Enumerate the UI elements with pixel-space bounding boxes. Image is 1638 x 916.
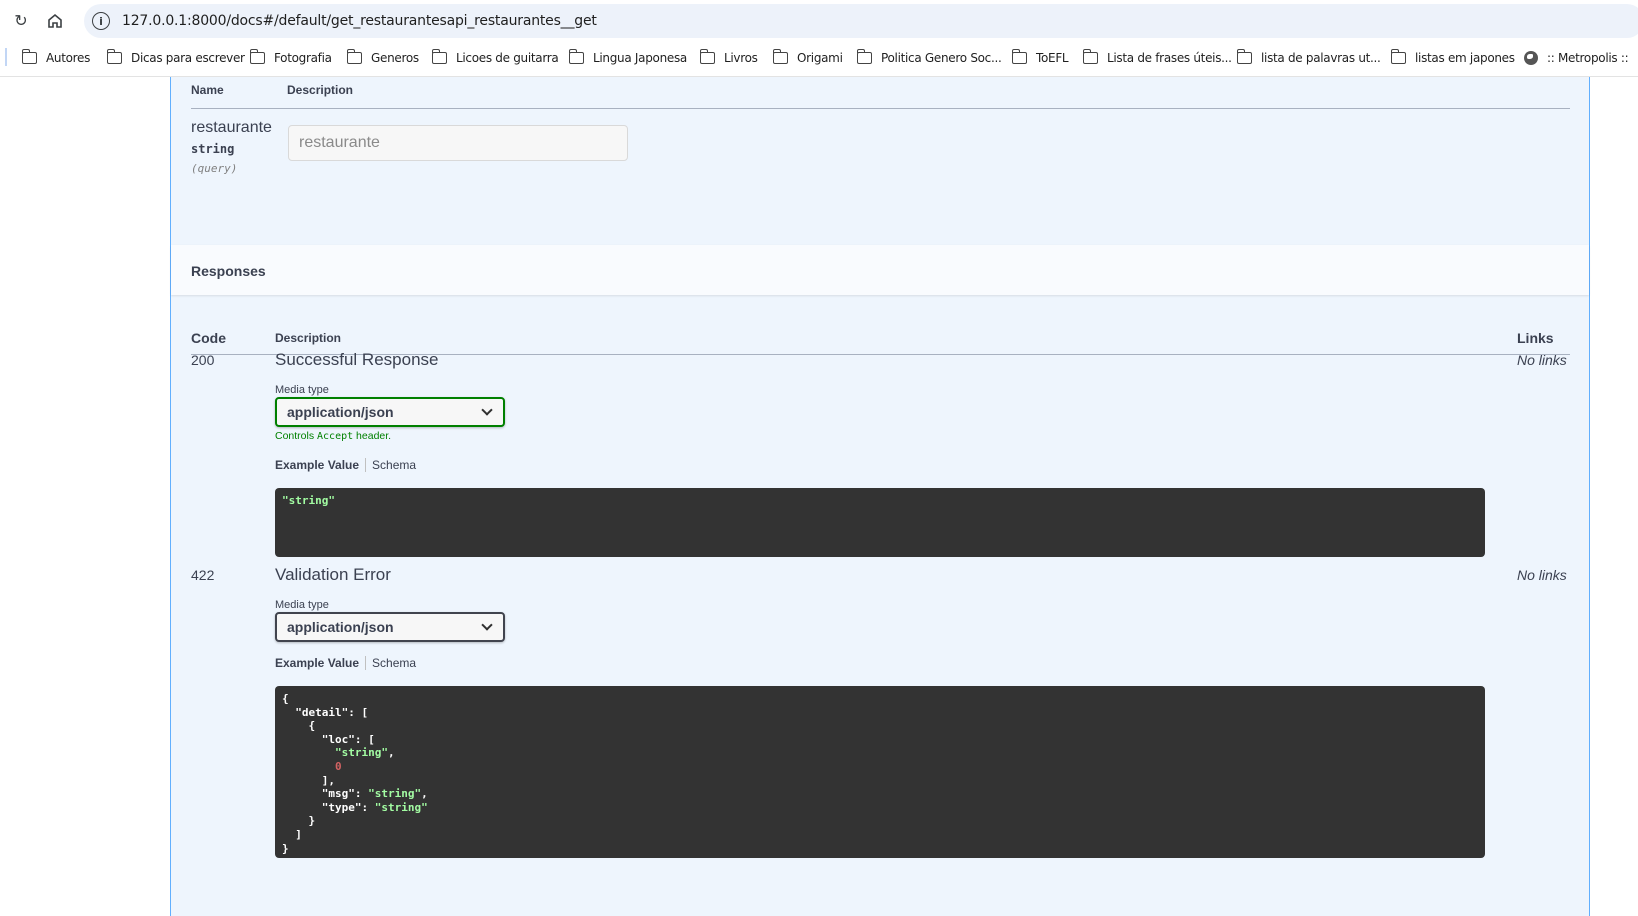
media-type-select[interactable]: application/json xyxy=(275,612,505,642)
reload-icon[interactable]: ↻ xyxy=(8,8,34,34)
bookmark-label: lista de palavras ut... xyxy=(1261,51,1381,65)
example-string: "string" xyxy=(282,494,335,507)
col-code-header: Code xyxy=(191,330,226,346)
tab-schema[interactable]: Schema xyxy=(366,458,416,472)
bookmark-label: Generos xyxy=(371,51,419,65)
parameter-location: (query) xyxy=(191,162,238,175)
home-icon[interactable] xyxy=(42,8,68,34)
bookmark-livros[interactable]: Livros xyxy=(699,49,758,67)
folder-icon xyxy=(568,49,584,64)
folder-icon xyxy=(772,49,788,64)
col-description-header: Description xyxy=(287,83,354,97)
media-type-value: application/json xyxy=(287,619,394,635)
example-code-block: "string" xyxy=(275,488,1485,557)
bookmark-label: :: Metropolis :: xyxy=(1547,51,1629,65)
response-links: No links xyxy=(1517,352,1567,368)
bookmark-label: ToEFL xyxy=(1036,51,1069,65)
bookmark-fotografia[interactable]: Fotografia xyxy=(249,49,332,67)
bookmark-origami[interactable]: Origami xyxy=(772,49,843,67)
response-description: Validation Error xyxy=(275,565,391,584)
controls-code: Accept xyxy=(317,431,354,442)
bookmark-lista-de-frases[interactable]: Lista de frases úteis... xyxy=(1082,49,1232,67)
col-name-header: Name xyxy=(191,83,224,97)
response-description: Successful Response xyxy=(275,350,439,369)
bookmark-label: Fotografia xyxy=(274,51,332,65)
bookmark-label: Livros xyxy=(724,51,758,65)
example-tabs: Example Value Schema xyxy=(275,458,416,472)
folder-icon xyxy=(699,49,715,64)
bookmark-label: Dicas para escrever xyxy=(131,51,245,65)
folder-icon xyxy=(431,49,447,64)
bookmark-dicas-para-escrever[interactable]: Dicas para escrever xyxy=(106,49,245,67)
response-code: 422 xyxy=(191,567,215,583)
bookmark-label: Lista de frases úteis... xyxy=(1107,51,1232,65)
tab-example-value[interactable]: Example Value xyxy=(275,458,367,472)
folder-icon xyxy=(346,49,362,64)
media-type-label: Media type xyxy=(275,384,329,396)
col-links-header: Links xyxy=(1517,330,1554,346)
operation-block-get: Name Description restaurante string (que… xyxy=(170,77,1590,916)
bookmark-lingua-japonesa[interactable]: Lingua Japonesa xyxy=(568,49,687,67)
bookmark-label: listas em japones xyxy=(1415,51,1515,65)
bookmark-autores[interactable]: Autores xyxy=(21,49,91,67)
bookmark-label: Origami xyxy=(797,51,843,65)
controls-prefix: Controls xyxy=(275,430,318,442)
swagger-page: Name Description restaurante string (que… xyxy=(0,77,1638,916)
chevron-down-icon xyxy=(481,404,493,416)
response-links: No links xyxy=(1517,567,1567,583)
bookmark-politica-genero[interactable]: Politica Genero Soc... xyxy=(856,49,1002,67)
folder-icon xyxy=(1082,49,1098,64)
folder-icon xyxy=(1390,49,1406,64)
example-tabs: Example Value Schema xyxy=(275,656,416,670)
bookmarks-bar: Autores Dicas para escrever Fotografia G… xyxy=(0,40,1638,77)
folder-icon xyxy=(1011,49,1027,64)
responses-section-header: Responses xyxy=(171,245,1589,295)
site-info-icon[interactable]: i xyxy=(92,12,110,30)
bookmark-toefl[interactable]: ToEFL xyxy=(1011,49,1069,67)
tab-schema[interactable]: Schema xyxy=(366,656,416,670)
responses-title: Responses xyxy=(191,263,266,279)
chevron-down-icon xyxy=(481,619,493,631)
folder-icon xyxy=(1236,49,1252,64)
parameter-name: restaurante xyxy=(191,119,272,136)
bookmark-licoes-de-guitarra[interactable]: Licoes de guitarra xyxy=(431,49,559,67)
bookmark-label: Politica Genero Soc... xyxy=(881,51,1002,65)
folder-icon xyxy=(249,49,265,64)
bookmark-generos[interactable]: Generos xyxy=(346,49,419,67)
bookmark-metropolis[interactable]: :: Metropolis :: xyxy=(1524,49,1629,67)
address-bar[interactable]: i 127.0.0.1:8000/docs#/default/get_resta… xyxy=(84,4,1638,38)
url-text[interactable]: 127.0.0.1:8000/docs#/default/get_restaur… xyxy=(122,13,597,29)
media-type-value: application/json xyxy=(287,404,394,420)
browser-toolbar: ↻ i 127.0.0.1:8000/docs#/default/get_res… xyxy=(0,0,1638,40)
bookmark-listas-em-japones[interactable]: listas em japones xyxy=(1390,49,1515,67)
media-type-select[interactable]: application/json xyxy=(275,397,505,427)
controls-suffix: header. xyxy=(353,430,392,442)
example-code-block: { "detail": [ { "loc": [ "string", 0 ], … xyxy=(275,686,1485,858)
parameter-type: string xyxy=(191,142,235,156)
folder-icon xyxy=(856,49,872,64)
tab-example-value[interactable]: Example Value xyxy=(275,656,367,670)
bookmark-lista-de-palavras[interactable]: lista de palavras ut... xyxy=(1236,49,1381,67)
bookmark-label: Licoes de guitarra xyxy=(456,51,559,65)
folder-icon xyxy=(106,49,122,64)
bookmarks-separator xyxy=(5,48,7,66)
restaurante-input[interactable] xyxy=(288,125,628,161)
controls-accept-note: Controls Accept header. xyxy=(275,430,391,442)
response-code: 200 xyxy=(191,352,215,368)
globe-icon xyxy=(1524,51,1538,65)
parameters-table-header: Name Description xyxy=(191,77,1570,109)
folder-icon xyxy=(21,49,37,64)
bookmark-label: Autores xyxy=(46,51,91,65)
bookmark-label: Lingua Japonesa xyxy=(593,51,687,65)
col-description-header: Description xyxy=(275,331,342,345)
media-type-label: Media type xyxy=(275,599,329,611)
